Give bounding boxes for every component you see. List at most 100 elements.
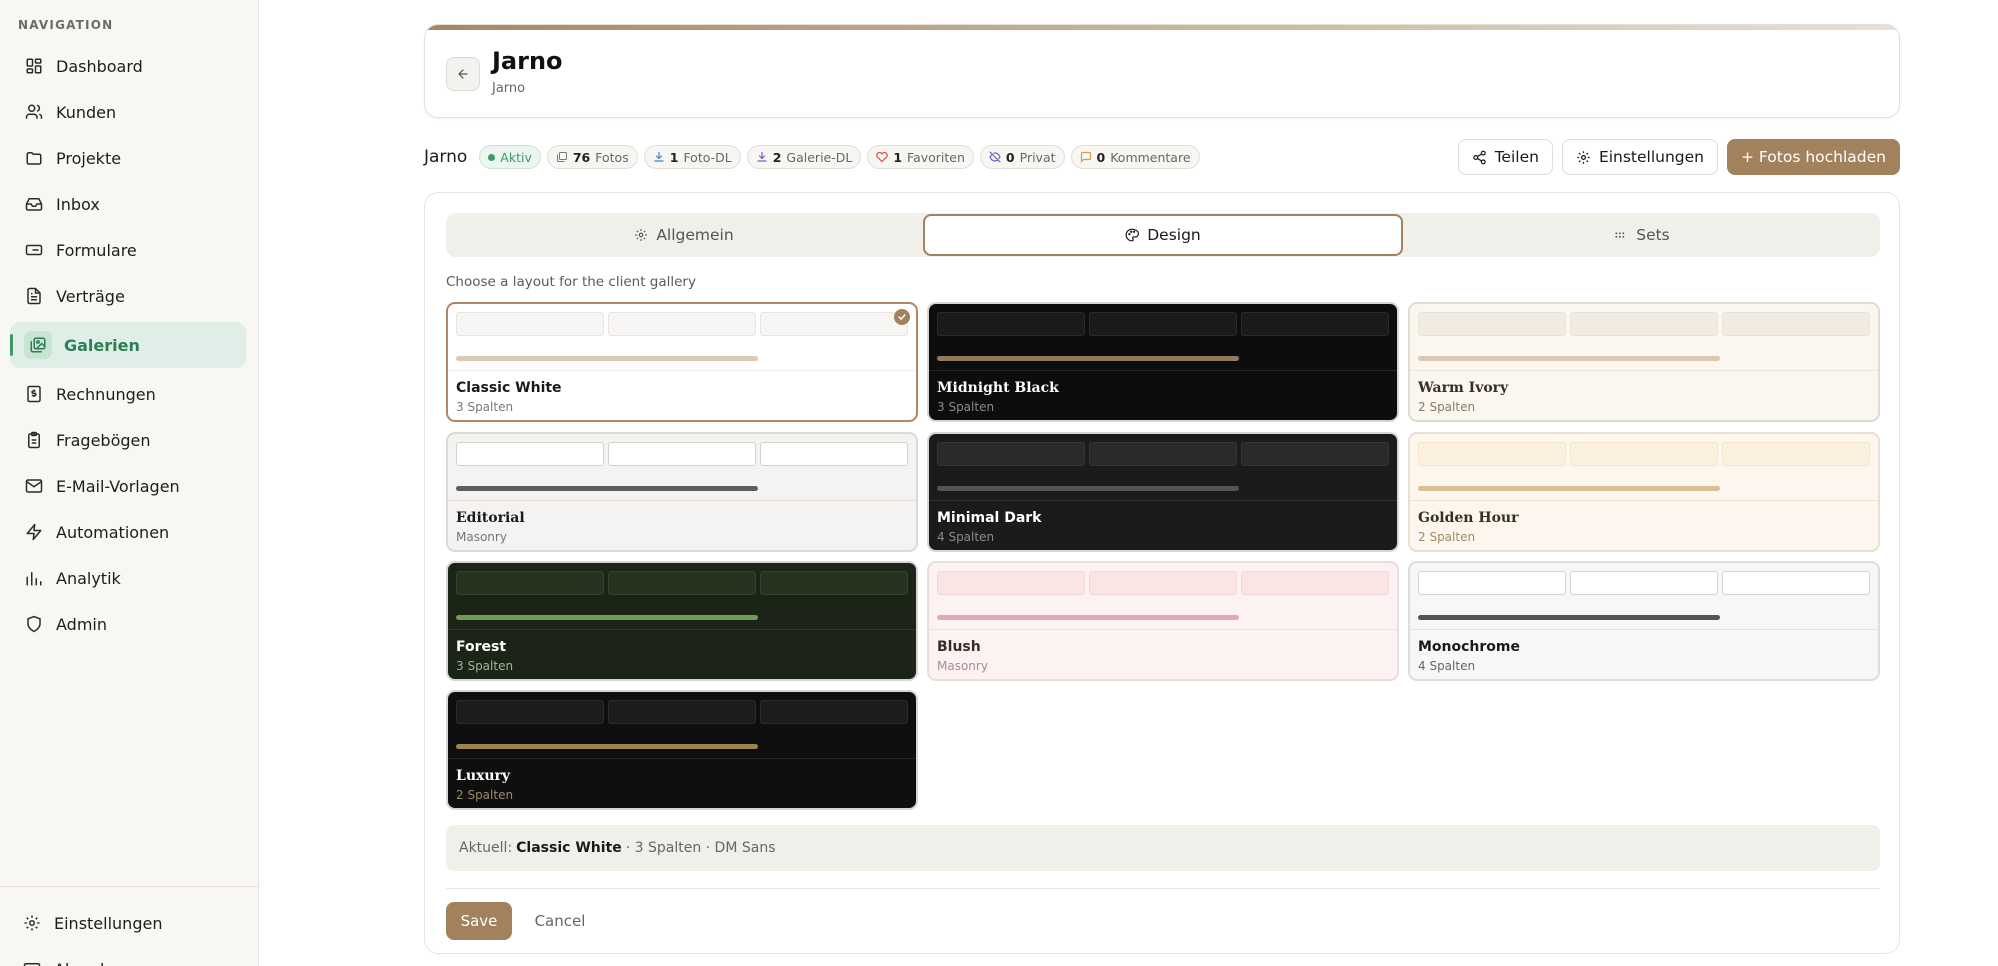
theme-preview — [448, 304, 916, 370]
preview-cell — [937, 442, 1085, 466]
preview-accent-bar — [456, 744, 758, 749]
theme-name: Minimal Dark — [937, 510, 1042, 526]
preview-cell — [1418, 442, 1566, 466]
sidebar-item-formulare[interactable]: Formulare — [10, 227, 246, 273]
theme-card-minimal-dark[interactable]: Minimal Dark 4 Spalten — [927, 432, 1399, 552]
sidebar-item-galerien[interactable]: Galerien — [10, 322, 246, 368]
theme-divider — [448, 758, 916, 759]
stat-count: 1 — [893, 149, 903, 165]
document-icon — [24, 286, 44, 306]
stat-count: 76 — [572, 149, 591, 165]
sidebar-item-einstellungen[interactable]: Einstellungen — [8, 900, 244, 946]
upload-photos-button[interactable]: + Fotos hochladen — [1727, 139, 1900, 175]
sidebar-item-dashboard[interactable]: Dashboard — [10, 43, 246, 89]
sidebar-item-label: E-Mail-Vorlagen — [56, 476, 180, 496]
sidebar-item-projekte[interactable]: Projekte — [10, 135, 246, 181]
theme-card-classic-white[interactable]: Classic White 3 Spalten — [446, 302, 918, 422]
sidebar-item-e-mail-vorlagen[interactable]: E-Mail-Vorlagen — [10, 463, 246, 509]
theme-card-warm-ivory[interactable]: Warm Ivory 2 Spalten — [1408, 302, 1880, 422]
theme-preview — [929, 563, 1397, 629]
theme-divider — [929, 500, 1397, 501]
theme-card-golden-hour[interactable]: Golden Hour 2 Spalten — [1408, 432, 1880, 552]
gallery-settings-button[interactable]: Einstellungen — [1561, 139, 1719, 175]
stat-count: 1 — [669, 149, 679, 165]
sidebar-item-label: Admin — [56, 614, 107, 634]
theme-divider — [929, 629, 1397, 630]
theme-divider — [1410, 370, 1878, 371]
sidebar-item-fragebögen[interactable]: Fragebögen — [10, 417, 246, 463]
sidebar-item-inbox[interactable]: Inbox — [10, 181, 246, 227]
sidebar-item-label: Abrechnung — [54, 960, 151, 966]
preview-cell — [456, 571, 604, 595]
theme-divider — [1410, 629, 1878, 630]
theme-card-forest[interactable]: Forest 3 Spalten — [446, 561, 918, 681]
theme-card-luxury[interactable]: Luxury 2 Spalten — [446, 690, 918, 810]
tab-label: Sets — [1636, 226, 1670, 244]
preview-cell — [456, 700, 604, 724]
header-actions: Teilen Einstellungen + Fotos hochladen — [1457, 139, 1900, 175]
theme-card-midnight-black[interactable]: Midnight Black 3 Spalten — [927, 302, 1399, 422]
stat-label: Favoriten — [907, 149, 965, 165]
back-button[interactable] — [446, 57, 480, 91]
theme-name: Luxury — [456, 768, 511, 784]
tab-label: Design — [1147, 226, 1201, 244]
theme-preview — [929, 434, 1397, 500]
theme-name: Monochrome — [1418, 639, 1521, 655]
sidebar-item-verträge[interactable]: Verträge — [10, 273, 246, 319]
preview-cell — [1418, 571, 1566, 595]
theme-preview — [448, 434, 916, 500]
page-subtitle: Jarno — [492, 81, 526, 96]
stat-label: Kommentare — [1110, 149, 1191, 165]
sidebar-item-label: Dashboard — [56, 56, 143, 76]
inbox-icon — [24, 194, 44, 214]
preview-cell — [937, 571, 1085, 595]
preview-accent-bar — [937, 615, 1239, 620]
share-icon — [1472, 150, 1486, 164]
tab-sets[interactable]: Sets — [1404, 214, 1880, 256]
theme-preview — [1410, 304, 1878, 370]
gear-icon — [635, 229, 648, 241]
preview-cell — [1722, 312, 1870, 336]
current-theme-summary: Aktuell: Classic White · 3 Spalten · DM … — [446, 825, 1880, 871]
preview-cell — [1241, 571, 1389, 595]
download-icon — [756, 151, 768, 163]
preview-cell — [1241, 312, 1389, 336]
theme-columns: 4 Spalten — [1418, 659, 1476, 673]
preview-cell — [760, 442, 908, 466]
sidebar-item-kunden[interactable]: Kunden — [10, 89, 246, 135]
sidebar-item-rechnungen[interactable]: Rechnungen — [10, 371, 246, 417]
tab-allgemein[interactable]: Allgemein — [446, 214, 922, 256]
theme-columns: 4 Spalten — [937, 530, 995, 544]
save-button[interactable]: Save — [446, 902, 512, 940]
sidebar-item-label: Formulare — [56, 240, 137, 260]
preview-accent-bar — [1418, 356, 1720, 361]
status-label: Aktiv — [500, 149, 532, 165]
theme-preview — [1410, 434, 1878, 500]
theme-name: Blush — [937, 639, 981, 655]
theme-card-editorial[interactable]: Editorial Masonry — [446, 432, 918, 552]
theme-name: Editorial — [456, 510, 525, 526]
sidebar-item-abrechnung[interactable]: Abrechnung — [8, 946, 244, 966]
sidebar-item-label: Projekte — [56, 148, 122, 168]
preview-accent-bar — [456, 486, 758, 491]
stat-fotos: 76 Fotos — [546, 145, 638, 169]
share-button[interactable]: Teilen — [1457, 139, 1553, 175]
preview-cell — [608, 571, 756, 595]
tab-design[interactable]: Design — [923, 214, 1403, 256]
sidebar: NAVIGATION Dashboard Kunden Projekte Inbox F… — [0, 0, 259, 966]
folder-icon — [24, 148, 44, 168]
theme-card-blush[interactable]: Blush Masonry — [927, 561, 1399, 681]
sidebar-item-admin[interactable]: Admin — [10, 601, 246, 647]
cancel-button[interactable]: Cancel — [527, 902, 593, 940]
check-icon — [894, 309, 910, 325]
gallery-icon — [24, 331, 52, 359]
sidebar-item-analytik[interactable]: Analytik — [10, 555, 246, 601]
theme-card-monochrome[interactable]: Monochrome 4 Spalten — [1408, 561, 1880, 681]
status-badge: Aktiv — [479, 145, 541, 169]
current-theme-details: · 3 Spalten · DM Sans — [625, 840, 776, 856]
lightning-icon — [24, 522, 44, 542]
theme-columns: 2 Spalten — [456, 788, 514, 802]
eye-off-icon — [989, 151, 1001, 163]
sidebar-item-automationen[interactable]: Automationen — [10, 509, 246, 555]
preview-cell — [937, 312, 1085, 336]
